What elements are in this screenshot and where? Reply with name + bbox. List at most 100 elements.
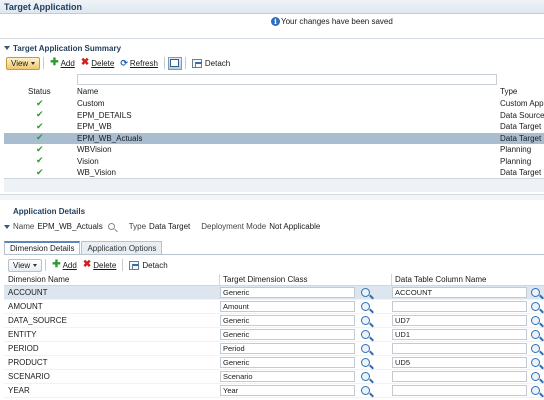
table-row[interactable]: YEAR Year [4, 384, 544, 398]
search-icon[interactable] [107, 223, 115, 230]
search-icon[interactable] [531, 288, 540, 297]
horizontal-scrollbar[interactable] [4, 178, 544, 192]
table-row-selected[interactable]: ✔ EPM_WB_Actuals Data Target [4, 132, 544, 144]
collapse-triangle-icon[interactable] [4, 224, 10, 229]
search-icon[interactable] [360, 302, 370, 311]
add-label: Add [62, 260, 77, 270]
dimension-class-input[interactable]: Scenario [220, 371, 355, 382]
page-title: Target Application [4, 2, 83, 12]
search-icon-wrap[interactable] [355, 288, 375, 297]
search-icon-wrap[interactable] [355, 386, 375, 395]
saved-message-text: Your changes have been saved [281, 17, 393, 26]
table-row[interactable]: AMOUNT Amount [4, 300, 544, 314]
search-icon[interactable] [531, 386, 540, 395]
delete-x-icon: ✖ [82, 259, 92, 270]
column-header-class[interactable]: Target Dimension Class [220, 275, 391, 284]
search-icon[interactable] [531, 316, 540, 325]
search-icon[interactable] [360, 288, 370, 297]
column-name-input[interactable] [392, 385, 527, 396]
dimension-class-input[interactable]: Year [220, 385, 355, 396]
search-icon[interactable] [360, 316, 370, 325]
table-row[interactable]: ✔ Vision Planning [4, 156, 544, 168]
table-row[interactable]: DATA_SOURCE Generic UD7 [4, 314, 544, 328]
search-icon[interactable] [360, 372, 370, 381]
column-header-column[interactable]: Data Table Column Name [392, 275, 542, 284]
search-icon-wrap[interactable] [527, 288, 544, 297]
summary-section-header[interactable]: Target Application Summary [4, 42, 121, 54]
table-row[interactable]: ✔ WBVision Planning [4, 144, 544, 156]
column-name-input[interactable] [392, 371, 527, 382]
table-row[interactable]: ENTITY Generic UD1 [4, 328, 544, 342]
table-row[interactable]: ✔ EPM_DETAILS Data Source [4, 110, 544, 122]
search-icon-wrap[interactable] [527, 344, 544, 353]
search-icon-wrap[interactable] [355, 344, 375, 353]
table-row[interactable]: SCENARIO Scenario [4, 370, 544, 384]
column-name-input[interactable]: UD5 [392, 357, 527, 368]
search-icon-wrap[interactable] [527, 302, 544, 311]
dimension-class-input[interactable]: Amount [220, 301, 355, 312]
column-header-name[interactable]: Name [77, 87, 500, 98]
view-menu-button[interactable]: View [8, 258, 43, 272]
search-icon[interactable] [531, 344, 540, 353]
search-icon-wrap[interactable] [527, 330, 544, 339]
search-icon[interactable] [531, 302, 540, 311]
detach-button[interactable]: Detach [189, 56, 233, 70]
query-by-example-button[interactable] [167, 56, 182, 70]
search-icon-wrap[interactable] [355, 330, 375, 339]
column-name-input[interactable]: ACCOUNT [392, 287, 527, 298]
refresh-button[interactable]: ⟳ Refresh [117, 56, 161, 70]
column-name-input[interactable] [392, 301, 527, 312]
column-header-dimension[interactable]: Dimension Name [4, 275, 219, 284]
delete-button[interactable]: ✖ Delete [80, 258, 120, 272]
search-icon-wrap[interactable] [527, 316, 544, 325]
tab-application-options[interactable]: Application Options [81, 241, 163, 254]
dimension-class-input[interactable]: Period [220, 343, 355, 354]
view-menu-button[interactable]: View [6, 56, 41, 70]
search-icon-wrap[interactable] [527, 358, 544, 367]
filter-input[interactable] [77, 74, 497, 85]
search-icon[interactable] [360, 358, 370, 367]
add-label: Add [60, 58, 75, 68]
search-icon-wrap[interactable] [355, 316, 375, 325]
search-icon[interactable] [531, 358, 540, 367]
dimension-class-input[interactable]: Generic [220, 329, 355, 340]
table-row[interactable]: ACCOUNT Generic ACCOUNT [4, 286, 544, 300]
detach-button[interactable]: Detach [126, 258, 170, 272]
details-tabs: Dimension Details Application Options [4, 241, 163, 254]
dimension-class-input[interactable]: Generic [220, 287, 355, 298]
column-name-input[interactable]: UD1 [392, 329, 527, 340]
search-icon-wrap[interactable] [355, 302, 375, 311]
column-name-input[interactable] [392, 343, 527, 354]
column-name-input[interactable]: UD7 [392, 315, 527, 326]
chevron-down-icon [31, 61, 36, 65]
app-name: Vision [77, 156, 99, 166]
add-button[interactable]: ✚ Add [47, 56, 78, 70]
search-icon-wrap[interactable] [527, 372, 544, 381]
search-icon-wrap[interactable] [355, 358, 375, 367]
delete-button[interactable]: ✖ Delete [78, 56, 118, 70]
search-icon-wrap[interactable] [527, 386, 544, 395]
app-type: Planning [500, 156, 532, 166]
table-row[interactable]: PERIOD Period [4, 342, 544, 356]
dimension-class-input[interactable]: Generic [220, 357, 355, 368]
search-icon[interactable] [531, 372, 540, 381]
add-button[interactable]: ✚ Add [49, 258, 80, 272]
search-icon[interactable] [360, 386, 370, 395]
search-icon[interactable] [360, 330, 370, 339]
details-section-header[interactable]: Application Details [4, 205, 85, 217]
table-row[interactable]: ✔ EPM_WB Data Target [4, 121, 544, 133]
refresh-icon: ⟳ [120, 58, 128, 68]
table-row[interactable]: ✔ Custom Custom Appli [4, 98, 544, 110]
search-icon[interactable] [531, 330, 540, 339]
tab-dimension-details[interactable]: Dimension Details [4, 241, 81, 254]
table-row[interactable]: PRODUCT Generic UD5 [4, 356, 544, 370]
search-icon-wrap[interactable] [355, 372, 375, 381]
table-row[interactable]: ✔ WB_Vision Data Target [4, 167, 544, 179]
column-header-type[interactable]: Type [500, 87, 544, 98]
deployment-label: Deployment Mode [201, 222, 267, 231]
search-icon[interactable] [360, 344, 370, 353]
collapse-triangle-icon[interactable] [4, 46, 10, 50]
column-header-status[interactable]: Status [4, 87, 77, 98]
dimension-class-input[interactable]: Generic [220, 315, 355, 326]
divider [0, 38, 544, 39]
